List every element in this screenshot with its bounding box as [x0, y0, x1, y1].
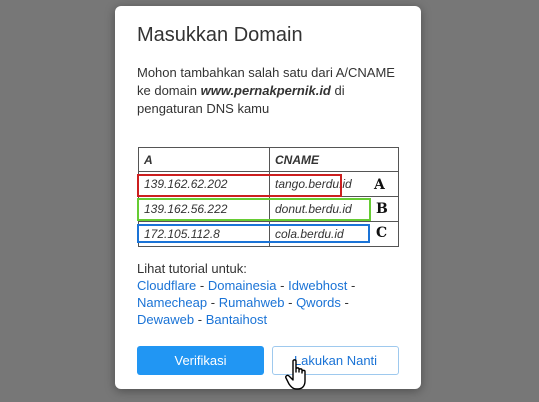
- domain-name: www.pernakpernik.id: [200, 83, 331, 98]
- a-record-value[interactable]: 139.162.56.222: [138, 196, 270, 222]
- link-cloudflare[interactable]: Cloudflare: [137, 278, 196, 293]
- modal-message: Mohon tambahkan salah satu dari A/CNAME …: [137, 64, 407, 118]
- link-qwords[interactable]: Qwords: [296, 295, 341, 310]
- header-cname: CNAME: [269, 147, 399, 172]
- link-dewaweb[interactable]: Dewaweb: [137, 312, 194, 327]
- tutorial-links: Cloudflare - Domainesia - Idwebhost - Na…: [137, 277, 407, 328]
- marker-c: C: [376, 225, 388, 241]
- a-record-value[interactable]: 172.105.112.8: [138, 221, 270, 247]
- dns-table: A CNAME 139.162.62.202 tango.berdu.id 13…: [138, 147, 399, 247]
- link-domainesia[interactable]: Domainesia: [208, 278, 277, 293]
- table-row: 139.162.56.222 donut.berdu.id: [138, 196, 399, 222]
- hand-pointer-icon: [285, 359, 306, 390]
- separator: -: [351, 278, 356, 293]
- separator: -: [288, 295, 293, 310]
- verify-button[interactable]: Verifikasi: [137, 346, 264, 375]
- separator: -: [210, 295, 216, 310]
- link-rumahweb[interactable]: Rumahweb: [219, 295, 285, 310]
- table-row: 172.105.112.8 cola.berdu.id: [138, 221, 399, 247]
- separator: -: [280, 278, 285, 293]
- modal-title: Masukkan Domain: [137, 24, 303, 46]
- marker-a: A: [374, 177, 385, 193]
- link-idwebhost[interactable]: Idwebhost: [288, 278, 347, 293]
- a-record-value[interactable]: 139.162.62.202: [138, 171, 270, 197]
- tutorial-section: Lihat tutorial untuk: Cloudflare - Domai…: [137, 260, 407, 328]
- link-namecheap[interactable]: Namecheap: [137, 295, 207, 310]
- table-header-row: A CNAME: [138, 147, 399, 172]
- separator: -: [197, 312, 203, 327]
- tutorial-label: Lihat tutorial untuk:: [137, 261, 247, 276]
- table-row: 139.162.62.202 tango.berdu.id: [138, 171, 399, 197]
- separator: -: [344, 295, 349, 310]
- marker-b: B: [376, 201, 388, 217]
- domain-modal: Masukkan Domain Mohon tambahkan salah sa…: [115, 6, 421, 389]
- link-bantaihost[interactable]: Bantaihost: [206, 312, 267, 327]
- separator: -: [199, 278, 205, 293]
- header-a: A: [138, 147, 270, 172]
